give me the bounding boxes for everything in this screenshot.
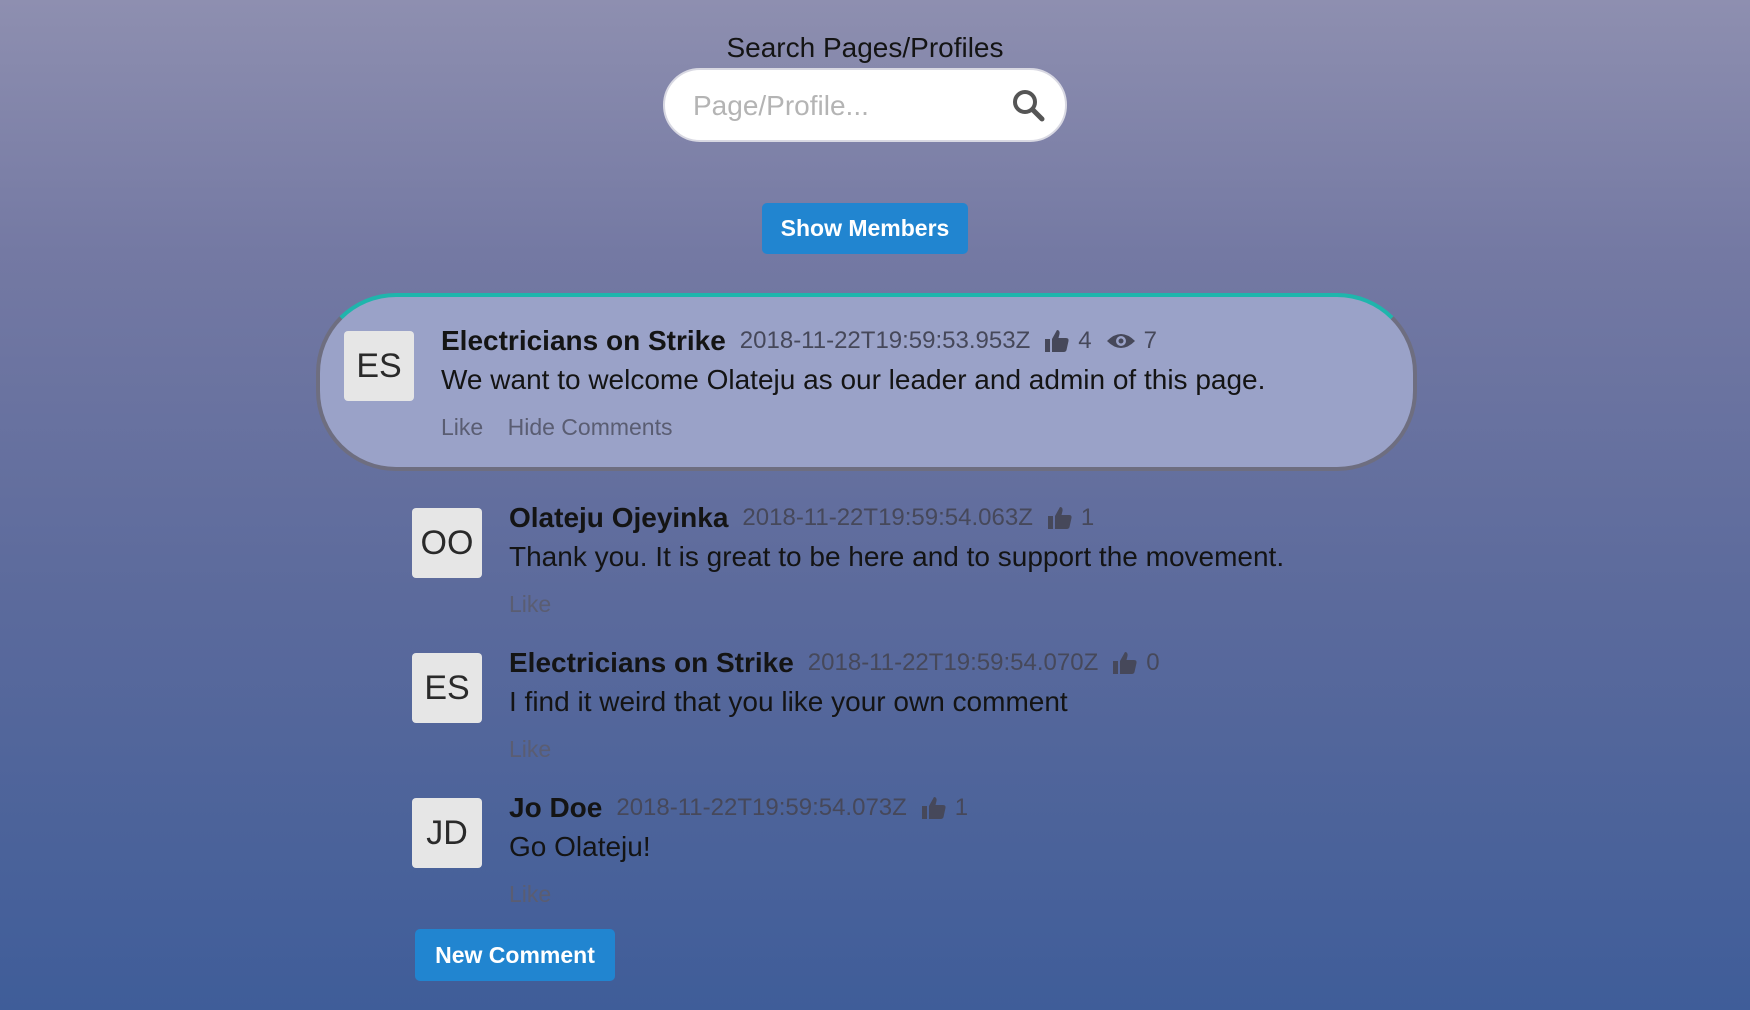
- comment-likes: 1: [921, 794, 968, 822]
- avatar: ES: [344, 331, 414, 401]
- comment-meta: Electricians on Strike 2018-11-22T19:59:…: [509, 646, 1160, 680]
- comment-actions: Like: [509, 881, 569, 908]
- comment-like-count: 0: [1146, 649, 1160, 676]
- post-meta: Electricians on Strike 2018-11-22T19:59:…: [441, 324, 1157, 358]
- comment-date: 2018-11-22T19:59:54.070Z: [807, 649, 1099, 676]
- thumbs-up-icon: [1047, 507, 1072, 529]
- comment-actions: Like: [509, 736, 569, 763]
- comment-like-count: 1: [954, 794, 969, 821]
- new-comment-button[interactable]: New Comment: [415, 929, 615, 981]
- post-author[interactable]: Electricians on Strike: [441, 325, 726, 357]
- search-title: Search Pages/Profiles: [726, 32, 1004, 63]
- post-likes: 4: [1044, 327, 1092, 355]
- comment-author[interactable]: Jo Doe: [509, 792, 602, 824]
- comment-meta: Jo Doe 2018-11-22T19:59:54.073Z 1: [509, 791, 968, 825]
- avatar: ES: [412, 653, 482, 723]
- like-link[interactable]: Like: [441, 414, 483, 440]
- post-views: 7: [1106, 327, 1157, 355]
- comment-date: 2018-11-22T19:59:54.063Z: [742, 504, 1033, 531]
- comment-date: 2018-11-22T19:59:54.073Z: [616, 794, 907, 821]
- like-link[interactable]: Like: [509, 591, 551, 617]
- eye-icon: [1106, 334, 1135, 348]
- comment-meta: Olateju Ojeyinka 2018-11-22T19:59:54.063…: [509, 501, 1094, 535]
- post-actions: Like Hide Comments: [441, 414, 690, 441]
- avatar: JD: [412, 798, 482, 868]
- comment-author[interactable]: Olateju Ojeyinka: [509, 502, 728, 534]
- comment-text: Thank you. It is great to be here and to…: [509, 541, 1285, 572]
- search-icon[interactable]: [1011, 88, 1045, 122]
- post-like-count: 4: [1078, 327, 1092, 354]
- show-members-button[interactable]: Show Members: [762, 203, 968, 254]
- comment-actions: Like: [509, 591, 569, 618]
- comment-likes: 1: [1047, 504, 1094, 532]
- post-text: We want to welcome Olateju as our leader…: [441, 364, 1266, 395]
- hide-comments-link[interactable]: Hide Comments: [508, 414, 673, 440]
- comment-like-count: 1: [1080, 504, 1095, 531]
- search-section: Search Pages/Profiles: [0, 30, 1730, 142]
- thumbs-up-icon: [921, 797, 946, 819]
- comment-likes: 0: [1112, 649, 1160, 677]
- thumbs-up-icon: [1113, 652, 1137, 674]
- search-input[interactable]: [691, 70, 995, 142]
- comment-text: Go Olateju!: [509, 831, 651, 862]
- like-link[interactable]: Like: [509, 881, 551, 907]
- post-view-count: 7: [1143, 327, 1157, 354]
- search-box[interactable]: [663, 68, 1067, 142]
- like-link[interactable]: Like: [509, 736, 551, 762]
- comment-author[interactable]: Electricians on Strike: [509, 647, 794, 679]
- thumbs-up-icon: [1045, 330, 1069, 352]
- post-date: 2018-11-22T19:59:53.953Z: [739, 327, 1031, 354]
- comment-text: I find it weird that you like your own c…: [509, 686, 1068, 717]
- avatar: OO: [412, 508, 482, 578]
